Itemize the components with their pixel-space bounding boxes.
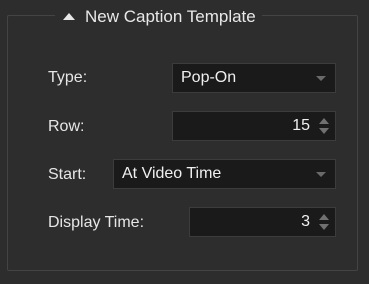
- panel-title: New Caption Template: [85, 7, 256, 26]
- spinner-arrows-icon[interactable]: [316, 112, 332, 140]
- start-value: At Video Time: [122, 165, 222, 182]
- start-dropdown[interactable]: At Video Time: [113, 159, 336, 189]
- row-label: Row:: [48, 118, 85, 135]
- type-label: Type:: [48, 69, 88, 86]
- chevron-down-icon: [316, 75, 326, 81]
- spinner-arrows-icon[interactable]: [316, 208, 332, 236]
- start-label: Start:: [48, 166, 87, 183]
- display-time-label: Display Time:: [48, 214, 145, 231]
- collapse-triangle-icon[interactable]: [63, 12, 75, 20]
- spin-up-icon[interactable]: [319, 118, 329, 124]
- display-time-value[interactable]: 3: [190, 213, 316, 231]
- type-value: Pop-On: [181, 69, 237, 86]
- spin-down-icon[interactable]: [319, 224, 329, 230]
- type-dropdown[interactable]: Pop-On: [172, 63, 336, 93]
- row-value[interactable]: 15: [173, 117, 316, 135]
- panel-header[interactable]: New Caption Template: [55, 5, 262, 29]
- spin-up-icon[interactable]: [319, 214, 329, 220]
- spin-down-icon[interactable]: [319, 128, 329, 134]
- row-spinner[interactable]: 15: [172, 111, 336, 141]
- display-time-spinner[interactable]: 3: [189, 207, 336, 237]
- chevron-down-icon: [316, 171, 326, 177]
